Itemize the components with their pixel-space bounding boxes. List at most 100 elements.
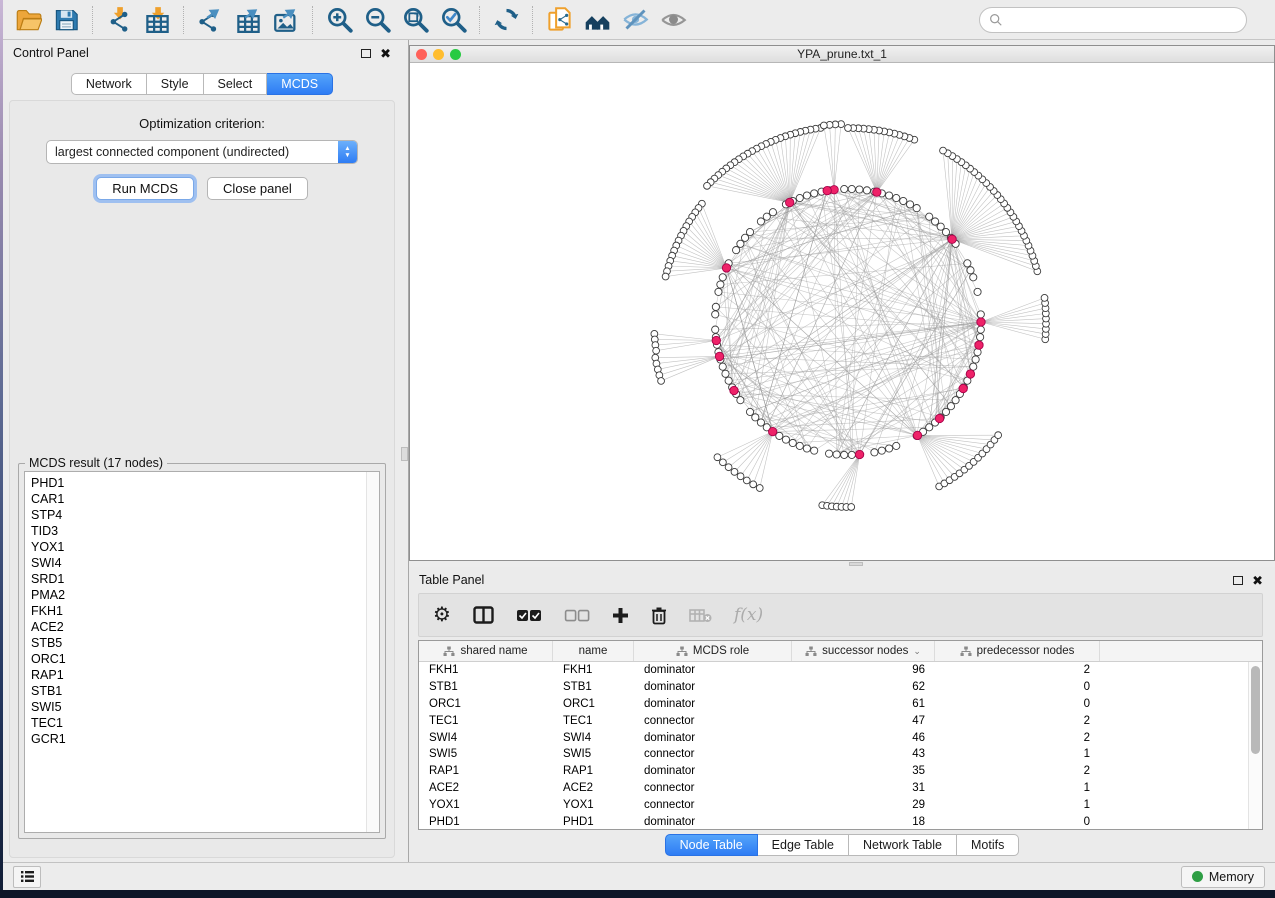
export-image-button[interactable] bbox=[267, 3, 305, 37]
network-node[interactable] bbox=[714, 454, 721, 461]
network-node[interactable] bbox=[931, 218, 938, 225]
network-node[interactable] bbox=[913, 205, 920, 212]
tab-node-table[interactable]: Node Table bbox=[665, 834, 758, 856]
network-node[interactable] bbox=[885, 445, 892, 452]
table-scrollbar[interactable] bbox=[1248, 662, 1262, 829]
mcds-result-item[interactable]: SRD1 bbox=[31, 571, 379, 587]
mcds-result-item[interactable]: PHD1 bbox=[31, 475, 379, 491]
export-table-button[interactable] bbox=[229, 3, 267, 37]
dominator-node[interactable] bbox=[977, 318, 985, 326]
network-node[interactable] bbox=[756, 485, 763, 492]
network-node[interactable] bbox=[977, 334, 984, 341]
network-node[interactable] bbox=[769, 209, 776, 216]
dominator-node[interactable] bbox=[959, 384, 967, 392]
network-node[interactable] bbox=[1041, 294, 1048, 301]
dominator-node[interactable] bbox=[873, 188, 881, 196]
network-overview-button[interactable] bbox=[578, 3, 616, 37]
search-input[interactable] bbox=[1009, 13, 1237, 27]
table-row[interactable]: SWI5SWI5connector431 bbox=[419, 746, 1248, 763]
column-header-name[interactable]: name bbox=[553, 641, 634, 661]
network-node[interactable] bbox=[731, 468, 738, 475]
network-node[interactable] bbox=[885, 192, 892, 199]
table-row[interactable]: PHD1PHD1dominator180 bbox=[419, 813, 1248, 829]
network-node[interactable] bbox=[863, 187, 870, 194]
network-node[interactable] bbox=[825, 450, 832, 457]
dominator-node[interactable] bbox=[913, 431, 921, 439]
network-node[interactable] bbox=[743, 477, 750, 484]
dominator-node[interactable] bbox=[730, 386, 738, 394]
dominator-node[interactable] bbox=[715, 352, 723, 360]
network-node[interactable] bbox=[820, 122, 827, 129]
network-node[interactable] bbox=[845, 125, 852, 132]
open-file-button[interactable] bbox=[9, 3, 47, 37]
show-column-panel-button[interactable] bbox=[473, 600, 494, 630]
float-panel-icon[interactable] bbox=[1233, 576, 1243, 585]
network-node[interactable] bbox=[811, 447, 818, 454]
close-panel-icon[interactable]: ✖ bbox=[380, 49, 391, 58]
dominator-node[interactable] bbox=[948, 235, 956, 243]
table-row[interactable]: YOX1YOX1connector291 bbox=[419, 796, 1248, 813]
select-all-button[interactable] bbox=[516, 600, 542, 630]
network-node[interactable] bbox=[750, 481, 757, 488]
network-node[interactable] bbox=[893, 194, 900, 201]
zoom-fit-button[interactable] bbox=[396, 3, 434, 37]
dominator-node[interactable] bbox=[722, 264, 730, 272]
table-row[interactable]: RAP1RAP1dominator352 bbox=[419, 763, 1248, 780]
mcds-result-item[interactable]: CAR1 bbox=[31, 491, 379, 507]
network-node[interactable] bbox=[720, 459, 727, 466]
network-node[interactable] bbox=[658, 378, 665, 385]
network-node[interactable] bbox=[741, 234, 748, 241]
table-settings-button[interactable]: ⚙ bbox=[433, 600, 451, 630]
dominator-node[interactable] bbox=[712, 336, 720, 344]
network-node[interactable] bbox=[796, 194, 803, 201]
network-node[interactable] bbox=[763, 213, 770, 220]
splitter-handle[interactable] bbox=[401, 447, 408, 461]
network-node[interactable] bbox=[725, 464, 732, 471]
table-row[interactable]: FKH1FKH1dominator962 bbox=[419, 662, 1248, 679]
network-node[interactable] bbox=[947, 403, 954, 410]
network-node[interactable] bbox=[803, 445, 810, 452]
column-header-MCDS-role[interactable]: MCDS role bbox=[634, 641, 792, 661]
tab-motifs[interactable]: Motifs bbox=[957, 834, 1019, 856]
tab-select[interactable]: Select bbox=[204, 73, 268, 95]
show-panel-button[interactable] bbox=[654, 3, 692, 37]
mcds-result-item[interactable]: TEC1 bbox=[31, 715, 379, 731]
mcds-result-list[interactable]: PHD1CAR1STP4TID3YOX1SWI4SRD1PMA2FKH1ACE2… bbox=[24, 471, 380, 833]
network-node[interactable] bbox=[906, 201, 913, 208]
column-header-predecessor-nodes[interactable]: predecessor nodes bbox=[935, 641, 1100, 661]
dominator-node[interactable] bbox=[966, 370, 974, 378]
tab-network-table[interactable]: Network Table bbox=[849, 834, 957, 856]
mcds-result-item[interactable]: ORC1 bbox=[31, 651, 379, 667]
network-node[interactable] bbox=[926, 424, 933, 431]
table-row[interactable]: STB1STB1dominator620 bbox=[419, 679, 1248, 696]
import-table-button[interactable] bbox=[138, 3, 176, 37]
network-node[interactable] bbox=[722, 370, 729, 377]
network-node[interactable] bbox=[719, 363, 726, 370]
network-node[interactable] bbox=[717, 281, 724, 288]
mcds-result-item[interactable]: PMA2 bbox=[31, 587, 379, 603]
column-header-successor-nodes[interactable]: successor nodes⌄ bbox=[792, 641, 935, 661]
mcds-result-item[interactable]: FKH1 bbox=[31, 603, 379, 619]
network-node[interactable] bbox=[712, 303, 719, 310]
copy-network-button[interactable] bbox=[540, 3, 578, 37]
task-history-button[interactable] bbox=[13, 866, 41, 888]
network-node[interactable] bbox=[796, 442, 803, 449]
mcds-result-item[interactable]: SWI5 bbox=[31, 699, 379, 715]
network-node[interactable] bbox=[833, 451, 840, 458]
deselect-all-button[interactable] bbox=[564, 600, 590, 630]
table-row[interactable]: ORC1ORC1dominator610 bbox=[419, 696, 1248, 713]
delete-column-button[interactable] bbox=[651, 600, 667, 630]
column-header-shared-name[interactable]: shared name bbox=[419, 641, 553, 661]
network-node[interactable] bbox=[848, 185, 855, 192]
table-row[interactable]: ACE2ACE2connector311 bbox=[419, 780, 1248, 797]
network-node[interactable] bbox=[974, 288, 981, 295]
mcds-result-item[interactable]: YOX1 bbox=[31, 539, 379, 555]
network-node[interactable] bbox=[789, 439, 796, 446]
close-panel-icon[interactable]: ✖ bbox=[1252, 576, 1263, 585]
network-node[interactable] bbox=[977, 326, 984, 333]
network-node[interactable] bbox=[940, 147, 947, 154]
network-node[interactable] bbox=[757, 218, 764, 225]
search-box[interactable] bbox=[979, 7, 1247, 33]
mcds-result-item[interactable]: GCR1 bbox=[31, 731, 379, 747]
table-row[interactable]: TEC1TEC1connector472 bbox=[419, 712, 1248, 729]
